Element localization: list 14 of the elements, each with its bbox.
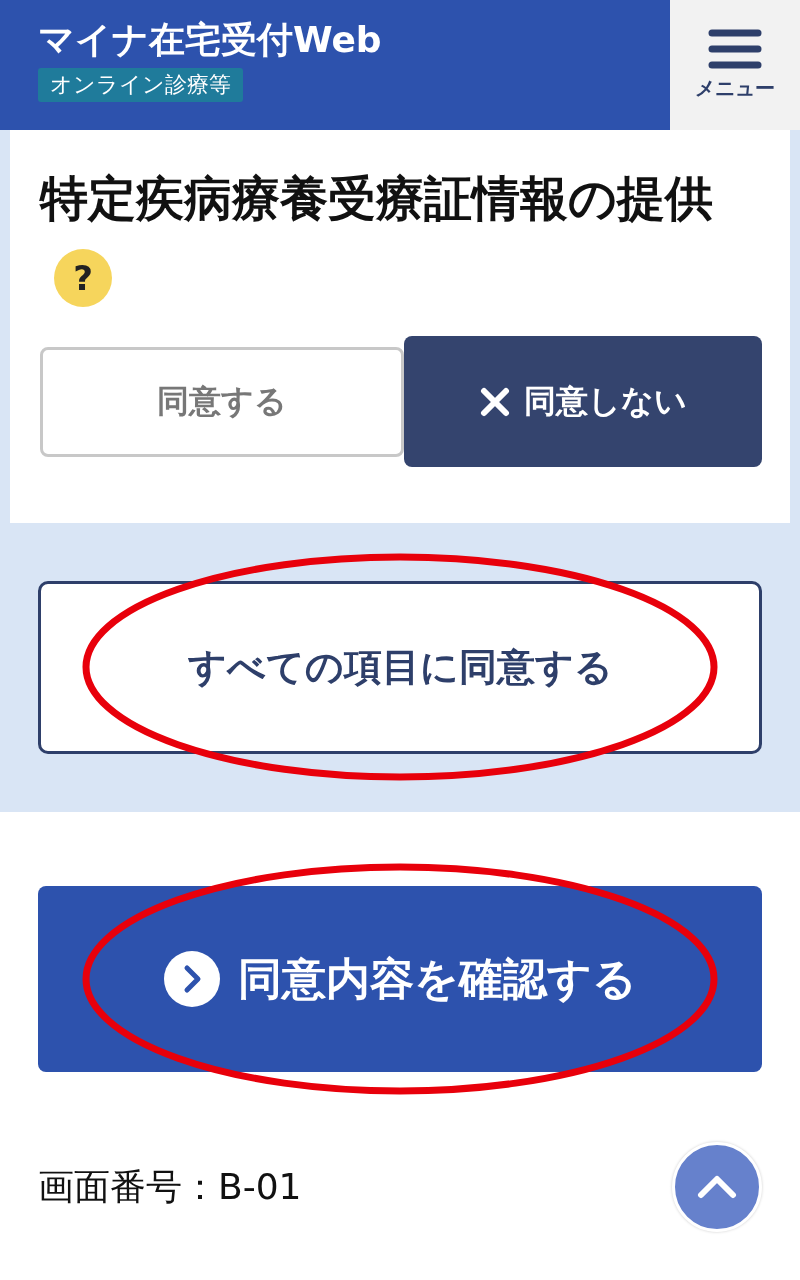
menu-icon: [708, 28, 762, 69]
chevron-up-icon: [697, 1175, 737, 1199]
menu-button[interactable]: メニュー: [670, 0, 800, 130]
help-icon[interactable]: ?: [54, 249, 112, 307]
app-title: マイナ在宅受付Web: [38, 18, 382, 62]
consent-option[interactable]: 同意する: [40, 346, 404, 457]
close-icon: [479, 386, 510, 417]
consent-option[interactable]: 同意しない: [404, 336, 762, 467]
agree-all-button[interactable]: すべての項目に同意する: [38, 581, 762, 754]
category-badge: オンライン診療等: [38, 68, 243, 102]
screen-id: 画面番号：B-01: [38, 1164, 302, 1209]
confirm-button[interactable]: 同意内容を確認する: [38, 886, 762, 1072]
section-title: 特定疾病療養受療証情報の提供: [40, 170, 713, 226]
chevron-right-icon: [163, 951, 220, 1007]
